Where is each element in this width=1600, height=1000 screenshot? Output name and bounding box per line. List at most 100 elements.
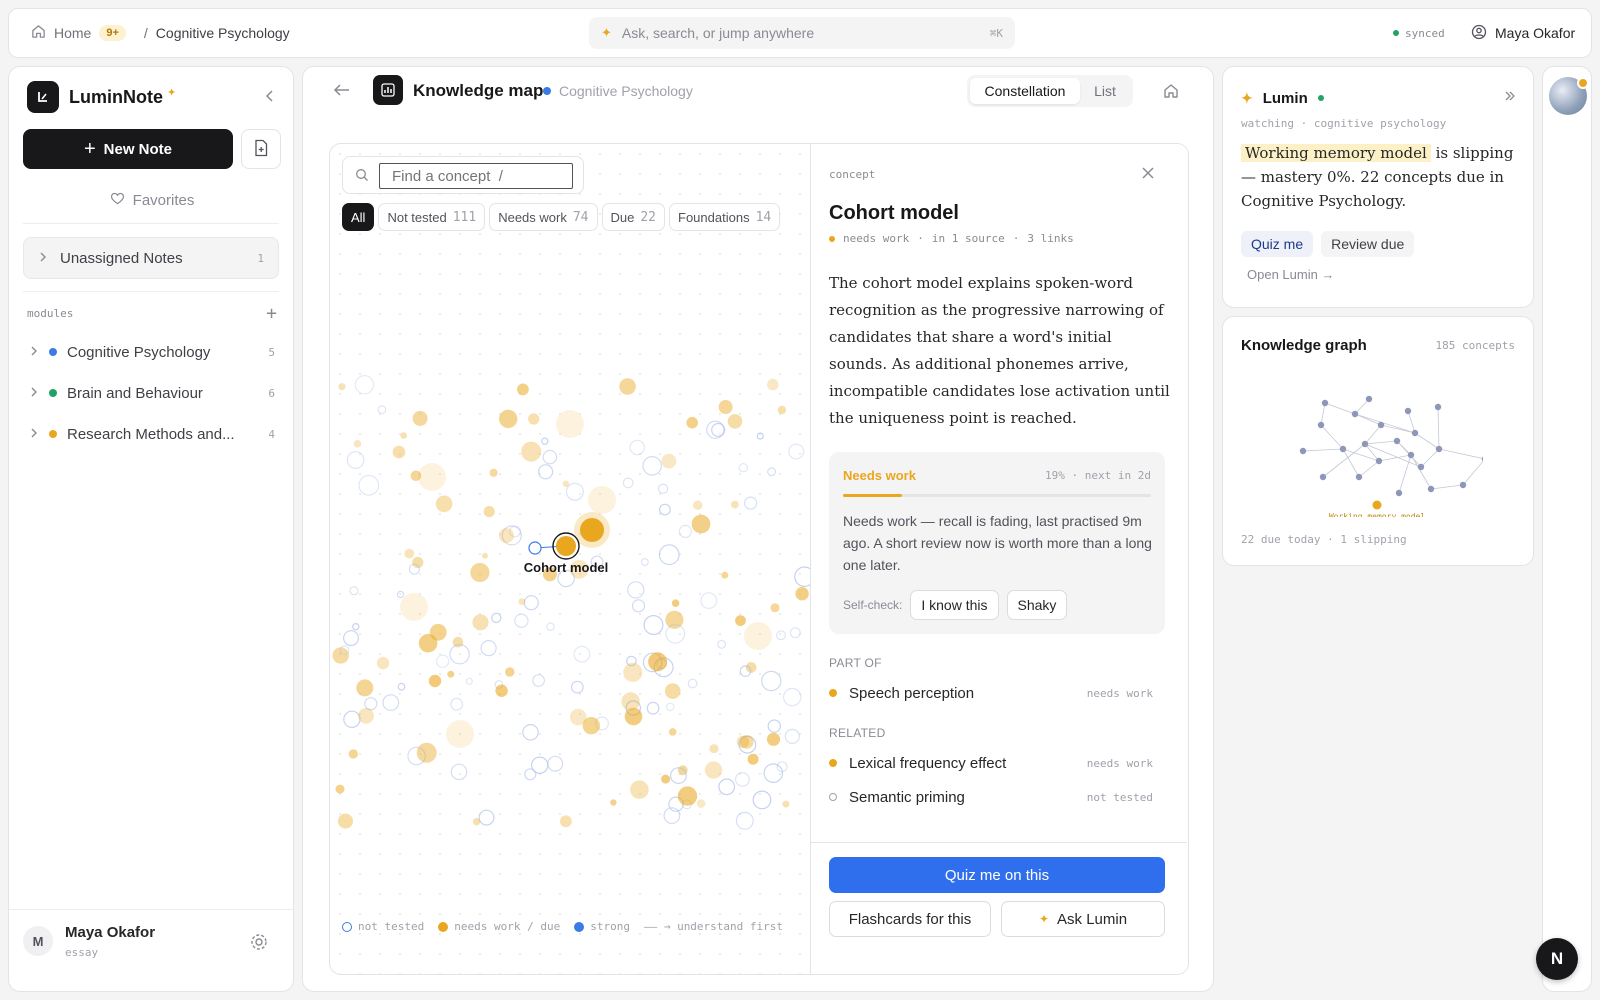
concept-node-not-tested[interactable] <box>450 697 464 711</box>
concept-node-not-tested[interactable] <box>687 678 698 689</box>
concept-node-not-tested[interactable] <box>776 630 787 641</box>
concept-node-needs-work[interactable] <box>400 432 407 439</box>
concept-node-needs-work[interactable] <box>610 799 617 806</box>
shaky-button[interactable]: Shaky <box>1006 590 1068 620</box>
concept-node-needs-work[interactable] <box>489 468 498 477</box>
concept-node-needs-work[interactable] <box>677 786 698 806</box>
concept-node-needs-work[interactable] <box>580 518 604 542</box>
concept-node-needs-work[interactable] <box>418 633 438 653</box>
concept-node-not-tested[interactable] <box>794 566 810 587</box>
concept-node-not-tested[interactable] <box>570 680 584 694</box>
concept-node-not-tested[interactable] <box>343 630 360 647</box>
concept-node-not-tested[interactable] <box>565 482 584 501</box>
concept-node-not-tested[interactable] <box>678 524 692 538</box>
concept-node-needs-work[interactable] <box>661 774 671 784</box>
concept-node-not-tested[interactable] <box>744 496 758 510</box>
knowledge-graph-card[interactable]: Knowledge graph 185 concepts Working mem… <box>1222 316 1534 566</box>
focused-concept-node[interactable] <box>556 536 576 556</box>
concept-node-not-tested[interactable] <box>541 437 549 445</box>
concept-node-not-tested[interactable] <box>397 682 406 691</box>
concept-node-needs-work[interactable] <box>482 552 488 559</box>
concept-node-not-tested[interactable] <box>396 590 405 599</box>
concept-node-needs-work[interactable] <box>528 413 540 425</box>
slipping-concept-node[interactable] <box>1372 500 1382 510</box>
concept-node-not-tested[interactable] <box>480 640 497 657</box>
filter-all[interactable]: All <box>342 203 375 231</box>
flashcards-button[interactable]: Flashcards for this <box>829 901 991 937</box>
concept-node-not-tested[interactable] <box>343 710 361 729</box>
concept-node-needs-work[interactable] <box>648 652 668 672</box>
filter-not-tested[interactable]: Not tested 111 <box>378 203 486 231</box>
global-search[interactable]: ✦ Ask, search, or jump anywhere ⌘K <box>589 17 1015 49</box>
double-chevron-right-icon[interactable] <box>1503 89 1517 107</box>
concept-node-not-tested[interactable] <box>631 599 646 613</box>
concept-node-needs-work[interactable] <box>416 742 437 763</box>
concept-node-not-tested[interactable] <box>382 694 400 711</box>
concept-node-needs-work[interactable] <box>619 378 636 395</box>
add-module-icon[interactable]: + <box>266 303 277 324</box>
concept-node-needs-work[interactable] <box>766 732 781 746</box>
concept-node-needs-work[interactable] <box>338 813 353 829</box>
concept-node-needs-work[interactable] <box>770 603 780 613</box>
tab-constellation[interactable]: Constellation <box>970 78 1080 104</box>
concept-node-not-tested[interactable] <box>665 702 675 712</box>
concept-node-not-tested[interactable] <box>522 723 539 741</box>
related-item[interactable]: Lexical frequency effect needs work <box>829 752 1153 774</box>
concept-node-not-tested[interactable] <box>738 463 748 473</box>
concept-node-not-tested[interactable] <box>435 654 450 668</box>
avatar[interactable]: M <box>23 926 53 956</box>
concept-node-not-tested[interactable] <box>542 449 558 465</box>
concept-node-needs-work[interactable] <box>358 707 374 724</box>
sidebar-item-unassigned-notes[interactable]: Unassigned Notes 1 <box>23 237 279 279</box>
concept-node-needs-work[interactable] <box>621 692 640 711</box>
filter-foundations[interactable]: Foundations 14 <box>669 203 781 231</box>
concept-node-needs-work[interactable] <box>499 528 514 544</box>
floating-action-button[interactable]: N <box>1536 938 1578 980</box>
concept-node-not-tested[interactable] <box>530 756 549 774</box>
concept-node-needs-work[interactable] <box>624 707 643 726</box>
concept-node-needs-work[interactable] <box>353 440 362 448</box>
concept-node-needs-work[interactable] <box>356 679 374 697</box>
concept-node-needs-work[interactable] <box>735 615 746 626</box>
concept-node-not-tested[interactable] <box>646 701 660 715</box>
filter-needs-work[interactable]: Needs work 74 <box>489 203 598 231</box>
highlighted-concept[interactable]: Working memory model <box>1241 144 1431 162</box>
concept-node-needs-work[interactable] <box>704 761 723 779</box>
concept-node-needs-work[interactable] <box>499 409 518 429</box>
concept-node-not-tested[interactable] <box>767 719 781 733</box>
concept-node-needs-work[interactable] <box>470 562 490 583</box>
open-lumin-link[interactable]: Open Lumin → <box>1247 267 1334 282</box>
concept-node-needs-work[interactable] <box>630 780 649 799</box>
concept-node-not-tested[interactable] <box>783 687 802 707</box>
concept-node-needs-work[interactable] <box>447 670 455 678</box>
concept-node-needs-work[interactable] <box>795 587 809 601</box>
concept-node-not-tested[interactable] <box>364 697 378 711</box>
concept-node-needs-work[interactable] <box>392 445 406 459</box>
notification-badge[interactable]: 9+ <box>99 25 126 41</box>
concept-node-not-tested[interactable] <box>657 483 669 494</box>
concept-node-not-tested[interactable] <box>538 464 554 480</box>
filter-due[interactable]: Due 22 <box>601 203 666 231</box>
concept-node-needs-work[interactable] <box>777 405 787 415</box>
concept-node-not-tested[interactable] <box>659 503 671 516</box>
ask-lumin-button[interactable]: ✦ Ask Lumin <box>1001 901 1165 937</box>
concept-node-needs-work[interactable] <box>472 818 481 826</box>
concept-node-not-tested[interactable] <box>622 477 634 489</box>
part-of-item[interactable]: Speech perception needs work <box>829 682 1153 704</box>
concept-node-needs-work[interactable] <box>517 383 529 396</box>
concept-node-not-tested[interactable] <box>528 541 542 555</box>
concept-node-not-tested[interactable] <box>523 595 539 611</box>
concept-node-needs-work[interactable] <box>505 667 515 677</box>
concept-node-not-tested[interactable] <box>627 581 645 599</box>
concept-node-not-tested[interactable] <box>491 612 502 624</box>
concept-search-input[interactable] <box>379 163 573 189</box>
concept-node-not-tested[interactable] <box>643 615 664 636</box>
home-icon[interactable] <box>31 24 46 42</box>
concept-node-not-tested[interactable] <box>573 645 591 663</box>
back-arrow-icon[interactable] <box>333 83 351 100</box>
concept-node-not-tested[interactable] <box>658 544 680 566</box>
concept-node-needs-work[interactable] <box>739 735 754 749</box>
concept-node-not-tested[interactable] <box>784 728 800 745</box>
user-menu[interactable]: Maya Okafor <box>1471 9 1575 57</box>
concept-node-needs-work[interactable] <box>671 599 680 607</box>
